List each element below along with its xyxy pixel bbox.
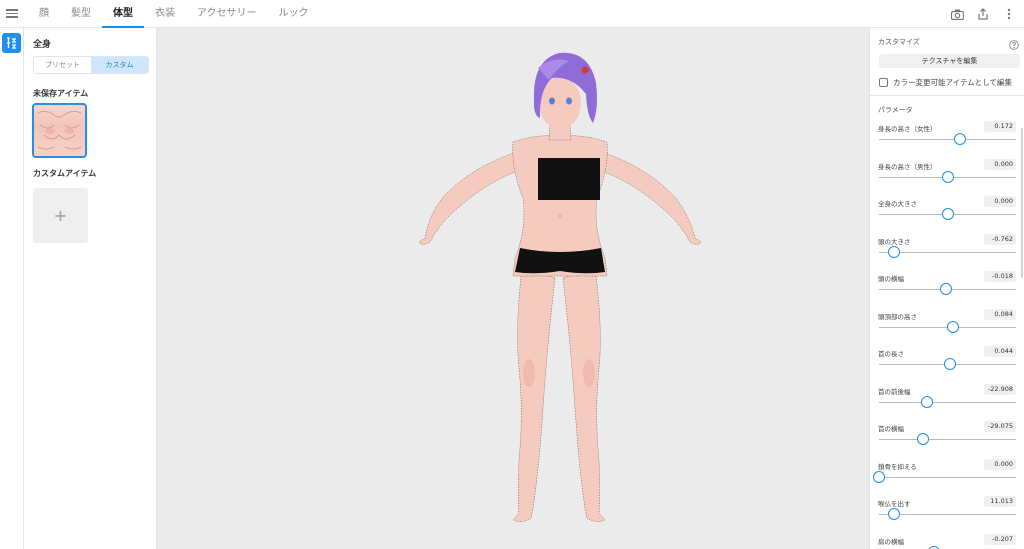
parameter-slider-track[interactable] — [879, 208, 1016, 220]
parameter-label: 全身の大きさ — [878, 200, 917, 208]
tab-hairstyle[interactable]: 髪型 — [60, 0, 102, 28]
panel-title: 全身 — [33, 40, 52, 50]
parameter-slider-track[interactable] — [873, 470, 1016, 483]
left-rail — [0, 28, 24, 549]
parameter-row: 全身の大きさ 0.000 — [870, 195, 1024, 233]
parameter-row: 頭の横幅 -0.018 — [870, 270, 1024, 308]
parameter-label: 頭の大きさ — [878, 237, 911, 246]
camera-icon[interactable] — [948, 5, 966, 23]
preset-custom-toggle: プリセット カスタム — [33, 56, 149, 74]
tab-body-shape[interactable]: 体型 — [102, 0, 144, 28]
parameter-slider-knob[interactable] — [946, 320, 959, 333]
parameter-slider-knob[interactable] — [953, 133, 966, 145]
parameter-slider-track[interactable] — [879, 283, 1016, 295]
parameter-slider-track[interactable] — [879, 358, 1016, 370]
parameter-row: 首の長さ 0.044 — [870, 345, 1024, 383]
item-panel: 全身 プリセット カスタム 未保存アイテム カスタムアイテム + — [24, 28, 157, 549]
parameter-value-field[interactable]: 0.000 — [984, 158, 1016, 170]
top-garment — [538, 158, 600, 200]
parameter-value-field[interactable]: 0.172 — [984, 121, 1016, 132]
divider — [870, 95, 1024, 96]
plus-icon: + — [53, 206, 68, 225]
parameter-row: 喉仏を出す 11.013 — [870, 495, 1024, 533]
parameter-slider-track[interactable] — [879, 320, 1016, 333]
category-tabs: 顔 髪型 体型 衣装 アクセサリー ルック — [28, 0, 320, 28]
edit-texture-button[interactable]: テクスチャを編集 — [879, 54, 1020, 68]
toolbar-actions — [948, 5, 1018, 23]
parameter-row: 鎖骨を抑える 0.000 — [870, 458, 1024, 496]
parameters-title: パラメータ — [878, 106, 913, 114]
parameter-label: 頭頂部の高さ — [878, 312, 917, 321]
parameter-row: 頭頂部の高さ 0.084 — [870, 308, 1024, 346]
parameter-slider-knob[interactable] — [920, 395, 933, 408]
parameter-slider-track[interactable] — [879, 433, 1016, 445]
parameter-label: 首の長さ — [878, 350, 904, 358]
custom-segment[interactable]: カスタム — [91, 57, 148, 73]
parameter-slider-track[interactable] — [879, 508, 1016, 520]
parameter-label: 身長の高さ（男性） — [878, 162, 937, 171]
color-changeable-option: カラー変更可能アイテムとして編集 — [879, 77, 1012, 88]
parameter-row: 首の前後幅 -22.908 — [870, 383, 1024, 421]
parameter-slider-knob[interactable] — [941, 170, 954, 183]
parameter-label: 頭の横幅 — [878, 275, 904, 283]
parameter-slider-knob[interactable] — [888, 245, 901, 258]
tab-outfit[interactable]: 衣装 — [144, 0, 186, 28]
customize-panel: カスタマイズ テクスチャを編集 カラー変更可能アイテムとして編集 パラメータ 身… — [869, 28, 1024, 549]
parameter-row: 身長の高さ（女性） 0.172 — [870, 120, 1024, 158]
parameter-slider-track[interactable] — [879, 133, 1016, 145]
parameter-list: 身長の高さ（女性） 0.172 身長の高さ（男性） 0.000 全身の大きさ 0.000 頭… — [870, 120, 1024, 549]
parameter-label: 身長の高さ（女性） — [878, 125, 937, 133]
parameter-slider-knob[interactable] — [927, 545, 940, 549]
parameter-label: 首の前後幅 — [878, 387, 911, 396]
parameter-value-field[interactable]: 11.013 — [984, 496, 1016, 507]
parameter-slider-track[interactable] — [879, 170, 1016, 183]
custom-items-heading: カスタムアイテム — [33, 169, 97, 178]
parameter-row: 身長の高さ（男性） 0.000 — [870, 158, 1024, 196]
parameter-value-field[interactable]: -0.018 — [984, 271, 1016, 282]
tab-accessory[interactable]: アクセサリー — [186, 0, 268, 28]
share-icon[interactable] — [974, 5, 992, 23]
parameter-value-field[interactable]: -0.207 — [984, 533, 1016, 545]
parameter-value-field[interactable]: -22.908 — [984, 383, 1016, 395]
parameter-label: 喉仏を出す — [878, 500, 911, 508]
avatar-model — [418, 52, 702, 522]
color-changeable-checkbox[interactable] — [879, 78, 888, 87]
parameter-value-field[interactable]: -29.075 — [984, 421, 1016, 432]
unsaved-items-heading: 未保存アイテム — [33, 89, 89, 98]
parameter-slider-knob[interactable] — [941, 208, 954, 220]
body-parts-mode-icon[interactable] — [2, 33, 21, 53]
parameter-label: 首の横幅 — [878, 425, 904, 433]
parameter-slider-knob[interactable] — [940, 283, 953, 295]
parameter-row: 頭の大きさ -0.762 — [870, 233, 1024, 271]
parameter-row: 肩の横幅 -0.207 — [870, 533, 1024, 549]
panel-scrollbar[interactable] — [1021, 128, 1023, 278]
3d-viewport[interactable] — [157, 28, 869, 549]
parameter-label: 肩の横幅 — [878, 537, 904, 546]
tab-face[interactable]: 顔 — [28, 0, 60, 28]
preset-segment[interactable]: プリセット — [34, 57, 91, 73]
tab-look[interactable]: ルック — [268, 0, 320, 28]
parameter-value-field[interactable]: 0.084 — [984, 308, 1016, 320]
parameter-label: 鎖骨を抑える — [878, 462, 917, 471]
parameter-slider-track[interactable] — [879, 395, 1016, 408]
parameter-slider-knob[interactable] — [873, 470, 885, 483]
more-vertical-icon[interactable] — [1000, 5, 1018, 23]
parameter-value-field[interactable]: 0.000 — [984, 458, 1016, 470]
parameter-value-field[interactable]: 0.044 — [984, 346, 1016, 357]
parameter-slider-track[interactable] — [879, 245, 1016, 258]
parameter-slider-knob[interactable] — [916, 433, 929, 445]
customize-title: カスタマイズ — [878, 38, 920, 46]
parameter-slider-knob[interactable] — [888, 508, 901, 520]
parameter-slider-knob[interactable] — [944, 358, 957, 370]
add-custom-item-button[interactable]: + — [33, 188, 88, 243]
hamburger-menu-icon[interactable] — [6, 7, 18, 19]
parameter-value-field[interactable]: 0.000 — [984, 196, 1016, 207]
color-changeable-label: カラー変更可能アイテムとして編集 — [893, 78, 1013, 87]
parameter-value-field[interactable]: -0.762 — [984, 233, 1016, 245]
unsaved-item-thumbnail[interactable] — [32, 103, 87, 158]
parameter-row: 首の横幅 -29.075 — [870, 420, 1024, 458]
top-bar: 顔 髪型 体型 衣装 アクセサリー ルック — [0, 0, 1024, 28]
help-icon[interactable] — [1009, 35, 1019, 50]
